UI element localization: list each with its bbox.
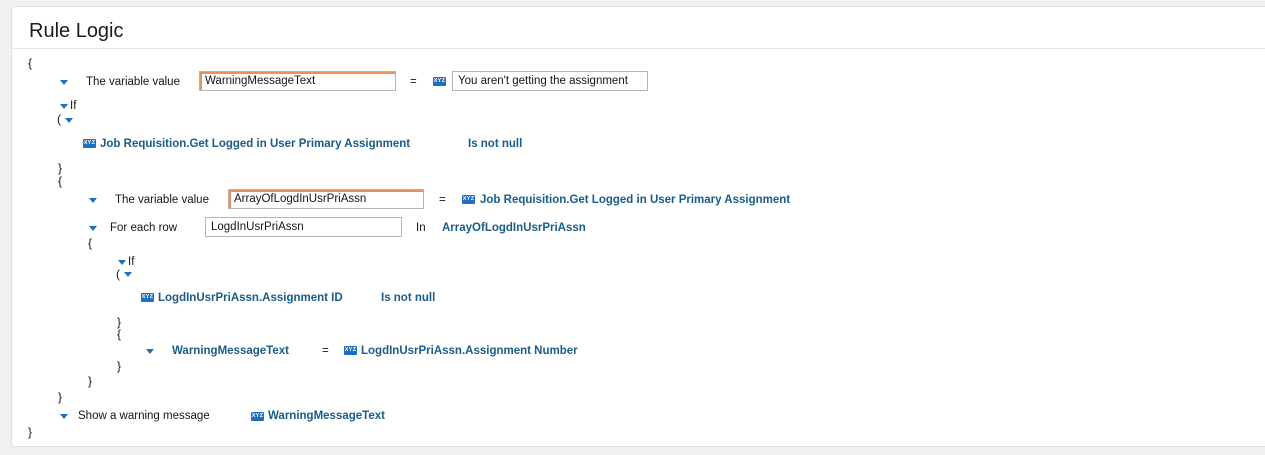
close-brace: } [58, 161, 63, 175]
field-icon[interactable]: XYZ [344, 346, 357, 355]
open-paren: ( [57, 112, 61, 126]
equals-operator: = [410, 76, 417, 88]
variable-name-input[interactable] [199, 71, 396, 91]
caret-down-icon[interactable] [60, 80, 68, 85]
caret-down-icon[interactable] [60, 104, 68, 109]
close-brace: } [117, 359, 122, 373]
assign2-label: The variable value [115, 194, 209, 206]
close-brace: } [58, 390, 63, 404]
open-paren: ( [116, 267, 120, 281]
caret-down-icon[interactable] [124, 272, 132, 277]
value-input[interactable] [452, 71, 648, 91]
collection-link[interactable]: ArrayOfLogdInUsrPriAssn [442, 221, 586, 235]
open-brace: { [58, 174, 63, 188]
caret-down-icon[interactable] [89, 198, 97, 203]
row-variable-input[interactable] [205, 217, 402, 237]
field-icon[interactable]: XYZ [433, 77, 446, 86]
condition-field-link[interactable]: Job Requisition.Get Logged in User Prima… [100, 137, 410, 151]
field-icon[interactable]: XYZ [251, 412, 264, 421]
condition-operator-link[interactable]: Is not null [468, 137, 522, 151]
caret-down-icon[interactable] [89, 226, 97, 231]
assign-value-field-link[interactable]: LogdInUsrPriAssn.Assignment Number [361, 344, 578, 358]
title-divider [11, 48, 1265, 49]
for-each-label: For each row [110, 222, 178, 234]
equals-operator: = [439, 194, 446, 206]
caret-down-icon[interactable] [65, 118, 73, 123]
if-label: If [128, 256, 135, 268]
assign-value-field-link[interactable]: Job Requisition.Get Logged in User Prima… [480, 193, 790, 207]
warning-label: Show a warning message [78, 410, 210, 422]
variable-name-input[interactable] [228, 189, 424, 209]
field-icon[interactable]: XYZ [462, 195, 475, 204]
condition-operator-link[interactable]: Is not null [381, 291, 435, 305]
open-brace: { [28, 56, 33, 70]
caret-down-icon[interactable] [118, 260, 126, 265]
open-brace: { [117, 327, 122, 341]
caret-down-icon[interactable] [60, 414, 68, 419]
close-brace: } [28, 425, 33, 439]
caret-down-icon[interactable] [146, 349, 154, 354]
condition-field-link[interactable]: LogdInUsrPriAssn.Assignment ID [158, 291, 343, 305]
page-title: Rule Logic [29, 20, 124, 42]
equals-operator: = [322, 345, 329, 357]
if-label: If [70, 100, 77, 112]
warning-message-link[interactable]: WarningMessageText [268, 409, 385, 423]
in-keyword: In [416, 222, 426, 234]
close-brace: } [88, 374, 93, 388]
field-icon[interactable]: XYZ [83, 139, 96, 148]
open-brace: { [88, 236, 93, 250]
assign1-label: The variable value [86, 76, 180, 88]
assign-target-link[interactable]: WarningMessageText [172, 344, 289, 358]
field-icon[interactable]: XYZ [141, 293, 154, 302]
